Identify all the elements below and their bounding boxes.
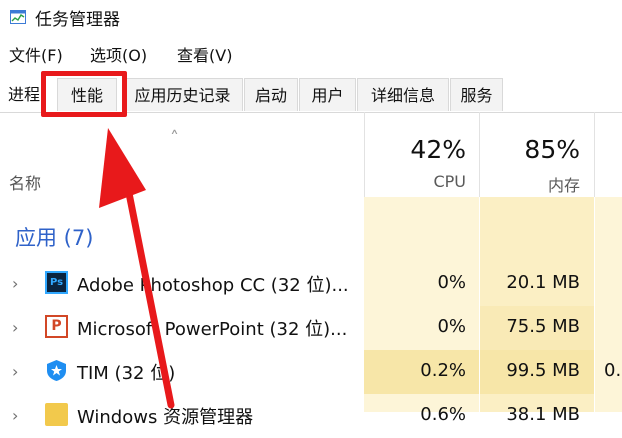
menu-options[interactable]: 选项(O) <box>90 42 147 66</box>
chevron-right-icon[interactable]: › <box>12 362 18 381</box>
tab-details[interactable]: 详细信息 <box>357 78 449 111</box>
chevron-right-icon[interactable]: › <box>12 274 18 293</box>
process-memory: 38.1 MB <box>506 404 580 425</box>
menu-file[interactable]: 文件(F) <box>9 42 63 66</box>
process-row[interactable]: › Windows 资源管理器 0.6% 38.1 MB <box>0 394 622 438</box>
folder-icon <box>45 403 68 426</box>
process-row[interactable]: › Ps Adobe Photoshop CC (32 位)... 0% 20.… <box>0 262 622 306</box>
cpu-column-header[interactable]: CPU <box>433 172 466 191</box>
title-bar: 任务管理器 <box>0 0 622 36</box>
process-row[interactable]: › P Microsoft PowerPoint (32 位)... 0% 75… <box>0 306 622 350</box>
process-row[interactable]: › TIM (32 位) 0.2% 99.5 MB 0.1 <box>0 350 622 394</box>
column-divider <box>479 112 480 197</box>
tab-startup[interactable]: 启动 <box>244 78 298 111</box>
memory-column-header[interactable]: 内存 <box>548 172 580 196</box>
process-name: Adobe Photoshop CC (32 位)... <box>77 275 349 296</box>
tab-services[interactable]: 服务 <box>450 78 503 111</box>
menu-bar: 文件(F) 选项(O) 查看(V) <box>0 38 622 68</box>
process-extra-value: 0.1 <box>604 360 622 381</box>
powerpoint-icon: P <box>45 315 68 338</box>
process-name: TIM (32 位) <box>77 363 176 384</box>
highlight-box <box>41 71 127 117</box>
process-cpu: 0% <box>437 316 466 337</box>
process-name: Microsoft PowerPoint (32 位)... <box>77 319 348 340</box>
tab-users[interactable]: 用户 <box>299 78 356 111</box>
process-memory: 99.5 MB <box>506 360 580 381</box>
column-divider <box>364 112 365 197</box>
chevron-right-icon[interactable]: › <box>12 406 18 425</box>
window-title: 任务管理器 <box>35 10 120 30</box>
process-memory: 20.1 MB <box>506 272 580 293</box>
process-cpu: 0% <box>437 272 466 293</box>
chevron-right-icon[interactable]: › <box>12 318 18 337</box>
sort-up-icon[interactable]: ˄ <box>170 128 179 149</box>
process-name: Windows 资源管理器 <box>77 407 254 428</box>
column-name-header[interactable]: 名称 <box>9 170 41 194</box>
group-apps-title[interactable]: 应用 (7) <box>15 222 93 252</box>
process-cpu: 0.6% <box>420 404 466 425</box>
task-manager-icon <box>10 10 26 24</box>
tab-app-history[interactable]: 应用历史记录 <box>122 78 243 111</box>
column-divider <box>594 112 595 197</box>
process-cpu: 0.2% <box>420 360 466 381</box>
menu-view[interactable]: 查看(V) <box>177 42 232 66</box>
tim-icon <box>45 359 68 382</box>
cpu-percent[interactable]: 42% <box>410 135 466 164</box>
tab-processes[interactable]: 进程 <box>2 78 46 111</box>
photoshop-icon: Ps <box>45 271 68 294</box>
memory-percent[interactable]: 85% <box>524 135 580 164</box>
process-memory: 75.5 MB <box>506 316 580 337</box>
